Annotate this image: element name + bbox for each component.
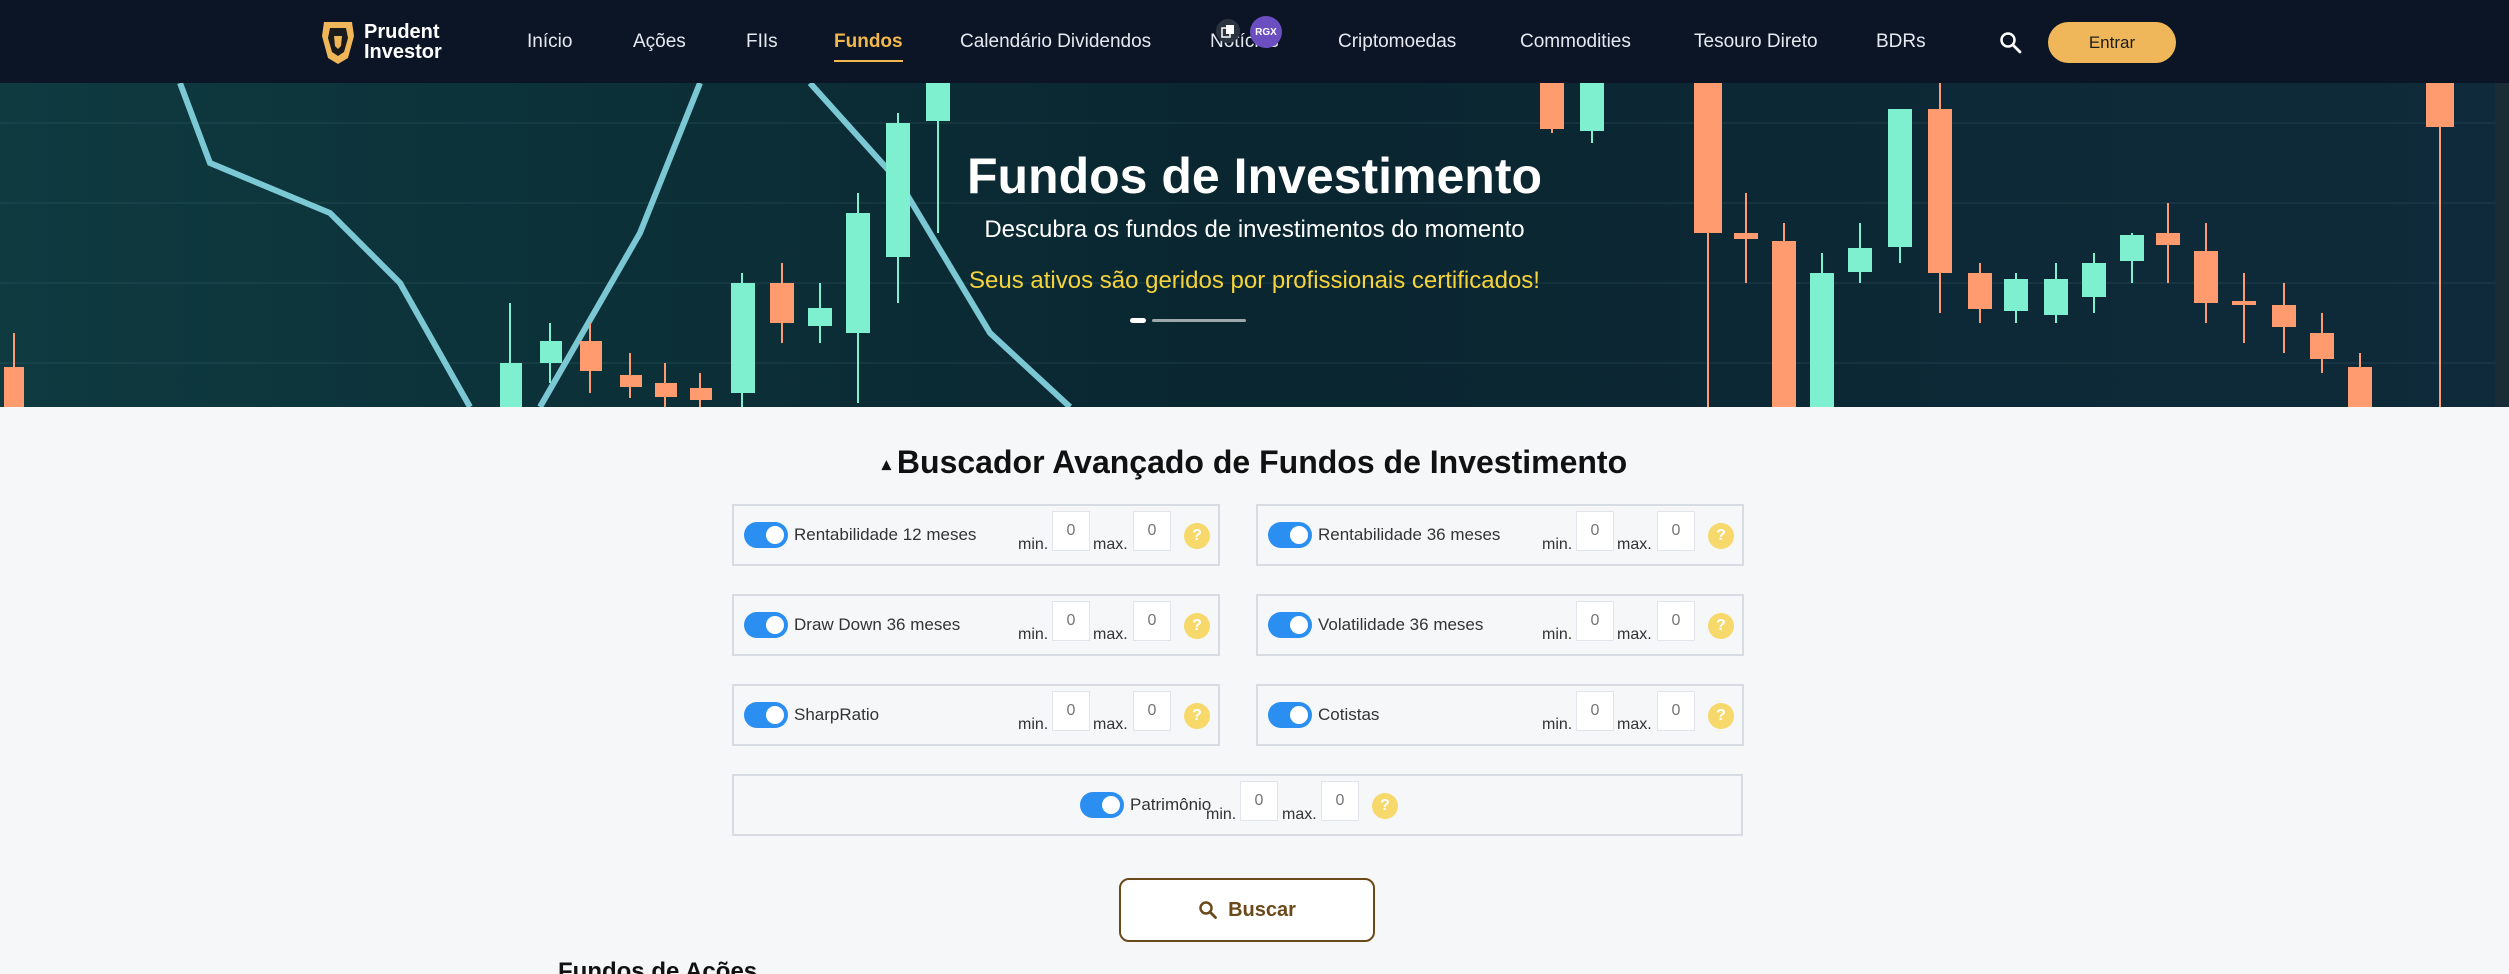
max-label: max. (1282, 806, 1317, 823)
filter-cotistas: Cotistas min. max. ? (1256, 684, 1744, 746)
lion-logo-icon (322, 22, 354, 64)
nav-item-acoes[interactable]: Ações (633, 30, 686, 54)
max-input[interactable] (1657, 511, 1695, 551)
candlestick-background-image (0, 83, 2509, 407)
help-icon[interactable]: ? (1184, 523, 1210, 549)
min-label: min. (1206, 806, 1237, 823)
filter-toggle[interactable] (1268, 702, 1312, 728)
help-icon[interactable]: ? (1372, 793, 1398, 819)
search-icon (1199, 901, 1217, 919)
filter-volatilidade-36m: Volatilidade 36 meses min. max. ? (1256, 594, 1744, 656)
collapse-caret-icon[interactable]: ▴ (882, 454, 891, 474)
filter-label: SharpRatio (794, 705, 880, 724)
min-input[interactable] (1240, 781, 1278, 821)
min-input[interactable] (1576, 511, 1614, 551)
help-icon[interactable]: ? (1708, 613, 1734, 639)
max-input[interactable] (1133, 691, 1171, 731)
max-input[interactable] (1657, 601, 1695, 641)
hero-subtitle: Descubra os fundos de investimentos do m… (984, 216, 1525, 243)
max-label: max. (1617, 536, 1652, 553)
min-label: min. (1542, 626, 1573, 643)
search-icon[interactable] (1998, 30, 2024, 56)
login-button[interactable]: Entrar (2048, 22, 2176, 63)
extension-badge[interactable]: RGX (1250, 16, 1282, 48)
max-label: max. (1617, 716, 1652, 733)
min-label: min. (1018, 626, 1049, 643)
nav-item-criptomoedas[interactable]: Criptomoedas (1338, 30, 1456, 54)
min-input[interactable] (1052, 601, 1090, 641)
nav-item-calendario-dividendos[interactable]: Calendário Dividendos (960, 30, 1151, 54)
section-heading: Fundos de Ações (558, 958, 758, 974)
min-label: min. (1018, 716, 1049, 733)
filter-label: Rentabilidade 12 meses (794, 525, 977, 544)
help-icon[interactable]: ? (1184, 613, 1210, 639)
filter-label: Draw Down 36 meses (794, 615, 961, 634)
filter-patrimonio: Patrimônio min. max. ? (732, 774, 1743, 836)
filter-toggle[interactable] (1080, 792, 1124, 818)
max-label: max. (1093, 536, 1128, 553)
min-label: min. (1542, 536, 1573, 553)
max-label: max. (1093, 626, 1128, 643)
min-input[interactable] (1052, 691, 1090, 731)
min-input[interactable] (1576, 601, 1614, 641)
copy-overlay-icon[interactable] (1216, 19, 1240, 43)
brand-line-2: Investor (364, 41, 442, 63)
min-input[interactable] (1052, 511, 1090, 551)
filter-draw-down-36m: Draw Down 36 meses min. max. ? (732, 594, 1220, 656)
filter-label: Patrimônio (1130, 795, 1212, 814)
min-label: min. (1018, 536, 1049, 553)
search-button-label: Buscar (1228, 898, 1296, 921)
search-button[interactable]: Buscar (1119, 878, 1375, 942)
brand-line-1: Prudent (364, 21, 440, 43)
hero-banner: Fundos de Investimento Descubra os fundo… (0, 83, 2509, 407)
min-label: min. (1542, 716, 1573, 733)
nav-item-inicio[interactable]: Início (527, 30, 572, 54)
filter-label: Volatilidade 36 meses (1318, 615, 1484, 634)
help-icon[interactable]: ? (1184, 703, 1210, 729)
finder-title[interactable]: ▴ Buscador Avançado de Fundos de Investim… (0, 444, 2509, 481)
top-navbar: Prudent Investor Início Ações FIIs Fundo… (0, 0, 2509, 83)
max-input[interactable] (1133, 511, 1171, 551)
filter-toggle[interactable] (744, 702, 788, 728)
filter-rentabilidade-36m: Rentabilidade 36 meses min. max. ? (1256, 504, 1744, 566)
filter-toggle[interactable] (1268, 612, 1312, 638)
max-label: max. (1093, 716, 1128, 733)
filter-label: Cotistas (1318, 705, 1380, 724)
nav-item-commodities[interactable]: Commodities (1520, 30, 1631, 54)
nav-item-tesouro-direto[interactable]: Tesouro Direto (1694, 30, 1818, 54)
nav-item-fundos[interactable]: Fundos (834, 30, 903, 62)
max-input[interactable] (1321, 781, 1359, 821)
hero-tagline: Seus ativos são geridos por profissionai… (969, 267, 1540, 294)
max-input[interactable] (1657, 691, 1695, 731)
help-icon[interactable]: ? (1708, 703, 1734, 729)
max-input[interactable] (1133, 601, 1171, 641)
help-icon[interactable]: ? (1708, 523, 1734, 549)
filter-toggle[interactable] (1268, 522, 1312, 548)
filter-toggle[interactable] (744, 612, 788, 638)
min-input[interactable] (1576, 691, 1614, 731)
brand-logo[interactable]: Prudent Investor (318, 18, 442, 66)
nav-item-fiis[interactable]: FIIs (746, 30, 778, 54)
filter-sharpratio: SharpRatio min. max. ? (732, 684, 1220, 746)
hero-title: Fundos de Investimento (966, 148, 1543, 204)
filter-label: Rentabilidade 36 meses (1318, 525, 1501, 544)
finder-title-text: Buscador Avançado de Fundos de Investime… (896, 444, 1628, 480)
carousel-indicator[interactable] (1130, 316, 1250, 324)
max-label: max. (1617, 626, 1652, 643)
filter-toggle[interactable] (744, 522, 788, 548)
filter-rentabilidade-12m: Rentabilidade 12 meses min. max. ? (732, 504, 1220, 566)
nav-item-bdrs[interactable]: BDRs (1876, 30, 1926, 54)
